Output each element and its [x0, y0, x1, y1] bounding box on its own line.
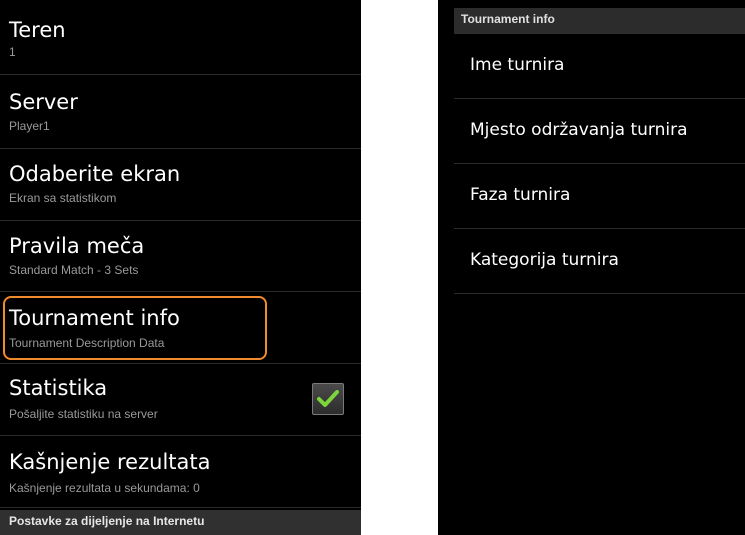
section-header-tournament-info: Tournament info [454, 8, 745, 34]
tournament-info-screen: Tournament info Ime turnira Mjesto održa… [438, 0, 745, 535]
list-item-ime-turnira[interactable]: Ime turnira [454, 34, 745, 99]
pref-title: Statistika [9, 376, 108, 400]
preferences-screen: Teren 1 Server Player1 Odaberite ekran E… [0, 0, 361, 535]
pref-summary: Standard Match - 3 Sets [9, 263, 139, 277]
highlight-box [3, 296, 267, 360]
pref-title: Teren [9, 18, 66, 42]
list-item-label: Faza turnira [470, 185, 571, 205]
pref-summary: 1 [9, 45, 16, 59]
statistika-checkbox[interactable] [312, 383, 344, 415]
pref-odaberite-ekran[interactable]: Odaberite ekran Ekran sa statistikom [0, 149, 361, 221]
pref-summary: Kašnjenje rezultata u sekundama: 0 [9, 481, 200, 495]
pref-kasnjenje-rezultata[interactable]: Kašnjenje rezultata Kašnjenje rezultata … [0, 436, 361, 508]
list-item-kategorija-turnira[interactable]: Kategorija turnira [454, 229, 745, 294]
pref-title: Odaberite ekran [9, 162, 181, 186]
pref-teren[interactable]: Teren 1 [0, 0, 361, 75]
pref-summary: Pošaljite statistiku na server [9, 407, 158, 421]
pref-summary: Ekran sa statistikom [9, 191, 117, 205]
pref-statistika[interactable]: Statistika Pošaljite statistiku na serve… [0, 364, 361, 436]
pref-title: Kašnjenje rezultata [9, 450, 211, 474]
pref-server[interactable]: Server Player1 [0, 75, 361, 149]
pref-title: Server [9, 90, 78, 114]
pref-summary: Player1 [9, 119, 50, 133]
list-item-mjesto-odrzavanja[interactable]: Mjesto održavanja turnira [454, 99, 745, 164]
pref-title: Pravila meča [9, 234, 145, 258]
list-item-label: Ime turnira [470, 55, 565, 75]
section-header-internet-sharing: Postavke za dijeljenje na Internetu [0, 510, 361, 535]
list-item-faza-turnira[interactable]: Faza turnira [454, 164, 745, 229]
checkmark-icon [317, 390, 339, 407]
pref-pravila-meca[interactable]: Pravila meča Standard Match - 3 Sets [0, 221, 361, 292]
list-item-label: Kategorija turnira [470, 250, 619, 270]
list-item-label: Mjesto održavanja turnira [470, 120, 688, 140]
